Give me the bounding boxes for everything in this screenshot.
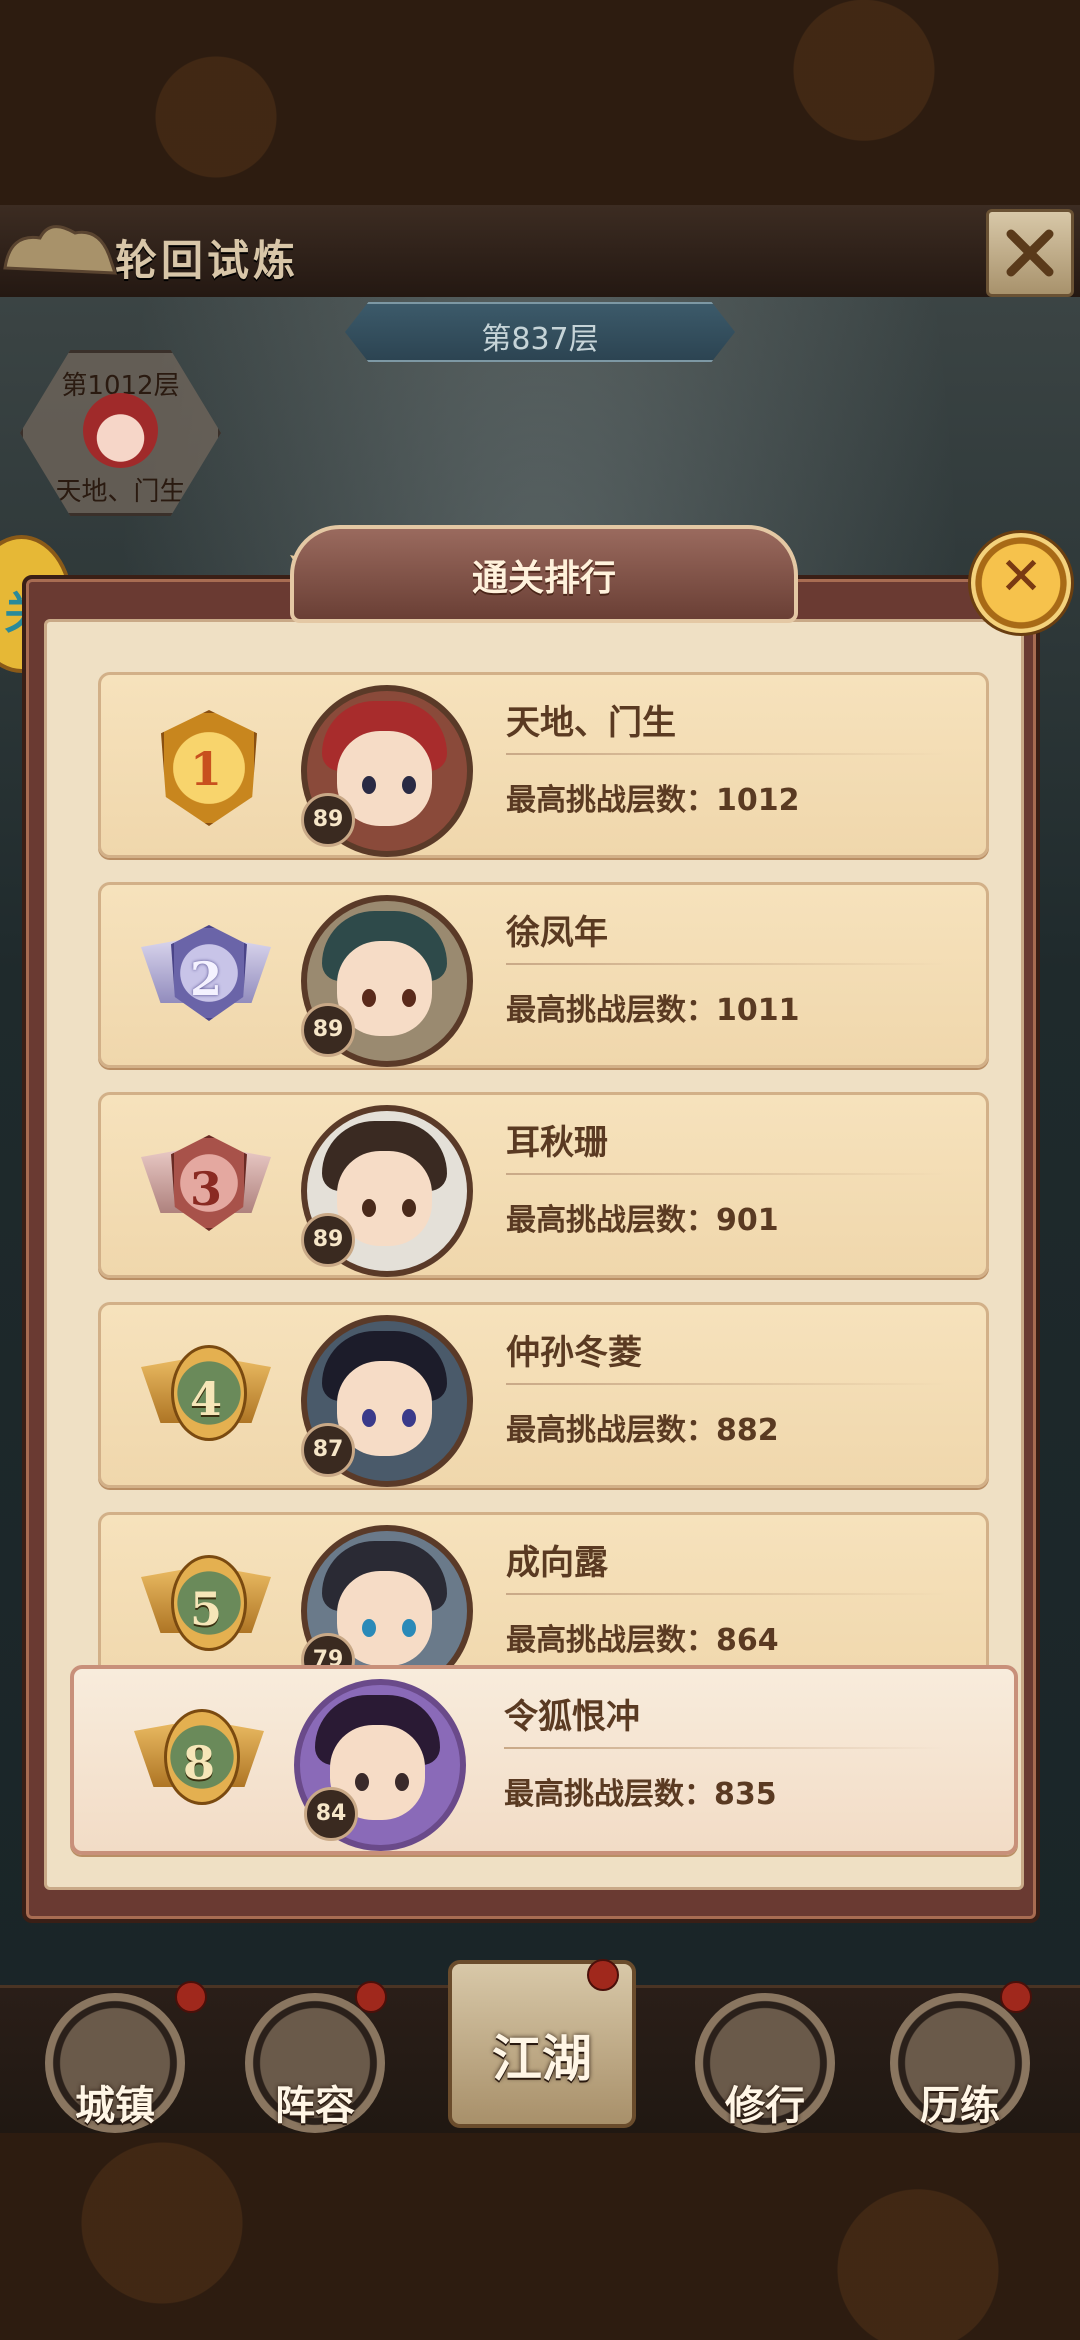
player-score: 最高挑战层数：835 bbox=[504, 1777, 777, 1812]
rank-medal-icon: 4 bbox=[141, 1330, 271, 1460]
rank-medal-icon: 1 bbox=[141, 700, 271, 830]
level-badge: 89 bbox=[301, 1003, 355, 1057]
header-close-button[interactable] bbox=[986, 209, 1074, 297]
nav-label: 修行 bbox=[725, 2083, 805, 2129]
level-badge: 89 bbox=[301, 1213, 355, 1267]
rank-row[interactable]: 3 89 耳秋珊 最高挑战层数：901 bbox=[98, 1092, 989, 1278]
rank-medal-icon: 3 bbox=[141, 1120, 271, 1250]
close-icon bbox=[1006, 229, 1054, 277]
nav-jianghu-button[interactable]: 江湖 bbox=[448, 1959, 636, 2128]
player-score: 最高挑战层数：882 bbox=[506, 1413, 779, 1448]
panel-close-button[interactable]: ✕ bbox=[968, 530, 1074, 636]
player-score: 最高挑战层数：1011 bbox=[506, 993, 800, 1028]
rank-row[interactable]: 4 87 仲孙冬菱 最高挑战层数：882 bbox=[98, 1302, 989, 1488]
divider bbox=[504, 1747, 944, 1749]
player-name: 天地、门生 bbox=[506, 703, 676, 743]
rank-row[interactable]: 2 89 徐凤年 最高挑战层数：1011 bbox=[98, 882, 989, 1068]
page-title: 轮回试炼 bbox=[115, 236, 300, 285]
nav-lineup-button[interactable]: 阵容 bbox=[245, 1981, 387, 2133]
nav-label: 阵容 bbox=[275, 2083, 355, 2129]
player-score: 最高挑战层数：1012 bbox=[506, 783, 800, 818]
player-name: 令狐恨冲 bbox=[504, 1697, 640, 1737]
floor-banner: 第837层 bbox=[345, 302, 735, 362]
divider bbox=[506, 1593, 946, 1595]
divider bbox=[506, 1383, 946, 1385]
rank-medal-icon: 2 bbox=[141, 910, 271, 1040]
rank-number: 5 bbox=[189, 1582, 222, 1636]
nav-label: 城镇 bbox=[75, 2083, 155, 2129]
self-rank-row[interactable]: 8 84 令狐恨冲 最高挑战层数：835 bbox=[70, 1665, 1018, 1855]
top-player-avatar bbox=[83, 393, 158, 468]
rank-number: 2 bbox=[189, 952, 222, 1006]
rank-number: 3 bbox=[189, 1162, 222, 1216]
nav-training-button[interactable]: 修行 bbox=[695, 1993, 835, 2133]
header-bar: 轮回试炼 bbox=[0, 205, 1080, 299]
nav-label: 江湖 bbox=[492, 2030, 592, 2088]
player-name: 成向露 bbox=[506, 1543, 608, 1583]
level-badge: 89 bbox=[301, 793, 355, 847]
rank-medal-icon: 5 bbox=[141, 1540, 271, 1670]
level-badge: 84 bbox=[304, 1787, 358, 1841]
player-score: 最高挑战层数：864 bbox=[506, 1623, 779, 1658]
panel-title-plate: 通关排行 bbox=[290, 525, 798, 623]
rank-number: 8 bbox=[182, 1736, 215, 1790]
rank-medal-icon: 8 bbox=[134, 1694, 264, 1824]
nav-experience-button[interactable]: 历练 bbox=[890, 1981, 1032, 2133]
nav-label: 历练 bbox=[920, 2083, 1000, 2129]
nav-town-button[interactable]: 城镇 bbox=[45, 1981, 207, 2133]
rank-row[interactable]: 1 89 天地、门生 最高挑战层数：1012 bbox=[98, 672, 989, 858]
player-name: 耳秋珊 bbox=[506, 1123, 608, 1163]
player-name: 徐凤年 bbox=[506, 913, 608, 953]
divider bbox=[506, 963, 946, 965]
player-name: 仲孙冬菱 bbox=[506, 1333, 642, 1373]
player-score: 最高挑战层数：901 bbox=[506, 1203, 779, 1238]
level-badge: 87 bbox=[301, 1423, 355, 1477]
divider bbox=[506, 1173, 946, 1175]
current-floor: 第837层 bbox=[481, 322, 599, 357]
cloud-logo-icon bbox=[3, 225, 118, 275]
panel-title: 通关排行 bbox=[471, 558, 616, 599]
divider bbox=[506, 753, 946, 755]
close-icon: ✕ bbox=[999, 547, 1043, 607]
rank-number: 4 bbox=[189, 1372, 222, 1426]
rank-number: 1 bbox=[189, 742, 222, 796]
